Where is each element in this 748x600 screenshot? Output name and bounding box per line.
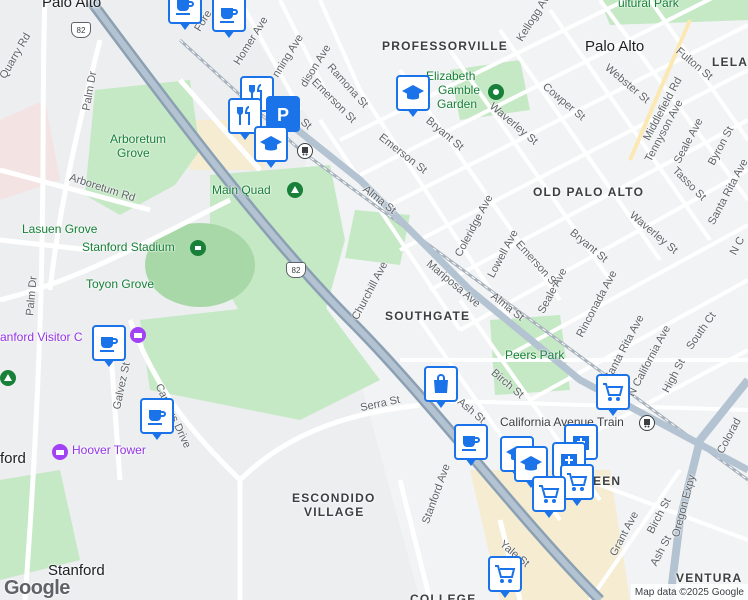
route-82-shield: 82 xyxy=(71,22,91,38)
svg-text:P: P xyxy=(277,105,289,125)
grocery-pin-4[interactable] xyxy=(488,556,522,600)
garden-poi-icon[interactable] xyxy=(488,84,504,100)
grocery-pin-3[interactable] xyxy=(532,476,566,520)
school-icon xyxy=(260,136,282,151)
grocery-icon xyxy=(539,485,560,503)
grocery-icon xyxy=(495,565,516,583)
stadium-poi-icon[interactable] xyxy=(190,240,206,256)
camera-poi-icon[interactable] xyxy=(130,327,146,343)
shopping-pin[interactable] xyxy=(424,366,458,410)
tree-poi-icon[interactable] xyxy=(287,182,303,198)
cafe-pin-5[interactable] xyxy=(454,424,488,468)
cafe-pin[interactable] xyxy=(168,0,202,32)
map-base-layer xyxy=(0,0,748,600)
cafe-icon xyxy=(176,0,194,15)
school-icon xyxy=(520,456,542,471)
school-pin[interactable] xyxy=(254,126,288,170)
train-station-icon-cal-ave[interactable] xyxy=(639,415,655,431)
grocery-icon xyxy=(567,473,588,491)
cafe-icon xyxy=(462,436,480,451)
map-canvas[interactable]: Palo Alto Palo Alto Stanford ford LELA P… xyxy=(0,0,748,600)
restaurant-icon xyxy=(237,106,250,125)
school-icon xyxy=(402,85,424,100)
train-station-icon[interactable] xyxy=(297,143,313,159)
oregon-expressway xyxy=(666,377,748,600)
cafe-icon xyxy=(100,337,118,352)
cafe-icon xyxy=(148,410,166,425)
map-attribution[interactable]: Map data ©2025 Google xyxy=(630,584,748,600)
cafe-pin-3[interactable] xyxy=(92,325,126,369)
cafe-icon xyxy=(220,8,238,23)
tree-poi-icon-west[interactable] xyxy=(0,370,16,386)
school-pin-2[interactable] xyxy=(396,75,430,119)
shopping-bag-icon xyxy=(434,374,448,393)
grocery-pin[interactable] xyxy=(596,374,630,418)
tower-poi-icon[interactable] xyxy=(52,444,68,460)
parking-icon: P xyxy=(277,105,289,125)
cafe-pin-2[interactable] xyxy=(212,0,246,40)
cafe-pin-4[interactable] xyxy=(140,398,174,442)
middlefield-road xyxy=(628,19,692,161)
route-82-shield-mid: 82 xyxy=(286,262,306,278)
google-logo: Google xyxy=(4,577,70,599)
grocery-icon xyxy=(603,383,624,401)
